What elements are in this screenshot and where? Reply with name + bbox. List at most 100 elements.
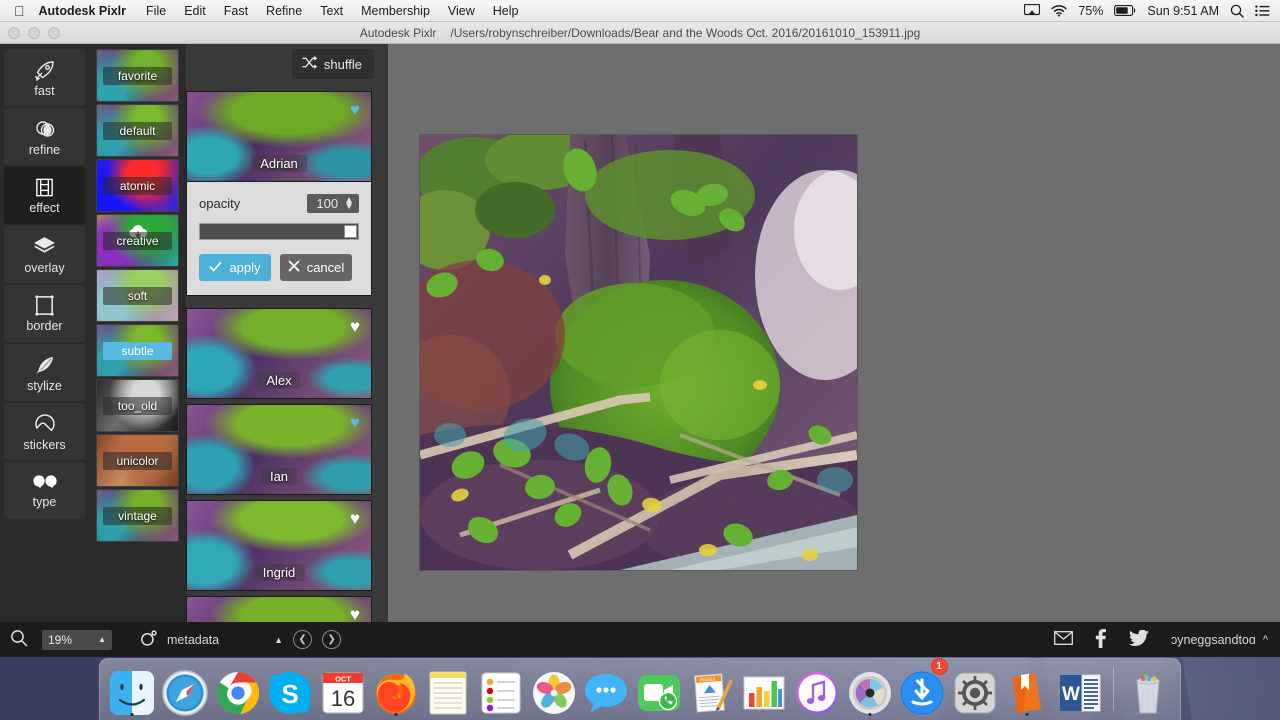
dock-item-firefox[interactable]	[371, 659, 420, 717]
dock-item-word[interactable]: W	[1056, 659, 1105, 717]
apply-button[interactable]: apply	[199, 254, 271, 281]
battery-percent: 75%	[1078, 4, 1103, 18]
apply-label: apply	[229, 260, 260, 275]
tool-overlay[interactable]: overlay	[4, 226, 85, 283]
dock-item-facetime[interactable]	[635, 659, 684, 717]
twitter-icon[interactable]	[1129, 630, 1149, 650]
dock-item-system-preferences[interactable]	[951, 659, 1000, 717]
menu-file[interactable]: File	[137, 4, 175, 18]
dock-item-skype[interactable]: S	[266, 659, 315, 717]
tool-stickers[interactable]: stickers	[4, 403, 85, 460]
apple-logo-icon[interactable]: 	[0, 4, 37, 18]
effect-item-ian[interactable]: ♥ Ian	[186, 404, 372, 495]
window-traffic-lights[interactable]	[8, 27, 60, 39]
facebook-icon[interactable]	[1095, 629, 1107, 651]
app-store-badge: 1	[931, 658, 948, 675]
category-creative[interactable]: creative	[96, 214, 179, 267]
spotlight-search-icon[interactable]	[1230, 4, 1244, 18]
category-unicolor[interactable]: unicolor	[96, 434, 179, 487]
menu-view[interactable]: View	[439, 4, 484, 18]
effect-name: Ingrid	[254, 564, 305, 581]
category-default[interactable]: default	[96, 104, 179, 157]
pages-icon: PAGES	[688, 669, 736, 717]
dock-item-safari[interactable]	[161, 659, 210, 717]
airplay-icon[interactable]	[1024, 4, 1040, 17]
dock-item-pages[interactable]: PAGES	[687, 659, 736, 717]
next-image-button[interactable]: ❯	[322, 630, 341, 649]
stepper-arrows-icon[interactable]: ▲▼	[344, 198, 354, 209]
dock-item-app-store[interactable]: 1	[898, 659, 947, 717]
dock-item-photos[interactable]	[529, 659, 578, 717]
tool-label-overlay: overlay	[24, 262, 64, 275]
dock-item-reminders[interactable]	[477, 659, 526, 717]
effect-name: Ian	[261, 468, 297, 485]
tool-border[interactable]: border	[4, 285, 85, 342]
tool-fast[interactable]: fast	[4, 49, 85, 106]
dock-item-numbers[interactable]	[740, 659, 789, 717]
menu-membership[interactable]: Membership	[352, 4, 439, 18]
magnifier-icon[interactable]	[10, 629, 28, 650]
zoom-value: 19%	[48, 633, 72, 647]
main-photo[interactable]	[420, 135, 857, 570]
dock-item-trash[interactable]	[1123, 659, 1172, 717]
effect-item-alex[interactable]: ♥ Alex	[186, 308, 372, 399]
close-button[interactable]	[8, 27, 20, 39]
opacity-slider[interactable]	[199, 223, 359, 240]
menu-help[interactable]: Help	[484, 4, 528, 18]
metadata-label[interactable]: metadata	[167, 633, 219, 647]
shuffle-button[interactable]: shuffle	[292, 49, 374, 79]
category-atomic[interactable]: atomic	[96, 159, 179, 212]
previous-image-button[interactable]: ❮	[293, 630, 312, 649]
favorite-heart-icon[interactable]: ♥	[350, 318, 360, 335]
editor-body: fast refine	[0, 44, 1280, 622]
cancel-button[interactable]: cancel	[280, 254, 352, 281]
battery-icon[interactable]	[1114, 5, 1136, 16]
firefox-icon	[372, 669, 420, 717]
effect-item-partial[interactable]: ♥	[186, 596, 372, 622]
wifi-icon[interactable]	[1051, 5, 1067, 17]
menu-app-name[interactable]: Autodesk Pixlr	[37, 4, 138, 18]
tool-effect[interactable]: effect	[4, 167, 85, 224]
favorite-heart-icon[interactable]: ♥	[350, 606, 360, 622]
tool-refine[interactable]: refine	[4, 108, 85, 165]
dock-item-pixlr[interactable]	[845, 659, 894, 717]
dock-item-finder[interactable]	[108, 659, 157, 717]
favorite-heart-icon[interactable]: ♥	[350, 510, 360, 527]
notification-center-icon[interactable]	[1255, 5, 1270, 17]
tool-type[interactable]: type	[4, 462, 85, 519]
effect-item-ingrid[interactable]: ♥ Ingrid	[186, 500, 372, 591]
category-subtle[interactable]: subtle	[96, 324, 179, 377]
menu-refine[interactable]: Refine	[257, 4, 311, 18]
favorite-heart-icon[interactable]: ♥	[350, 414, 360, 431]
caret-up-icon[interactable]: ▲	[274, 635, 283, 645]
menu-fast[interactable]: Fast	[215, 4, 257, 18]
opacity-slider-knob[interactable]	[344, 225, 357, 238]
effect-item-adrian[interactable]: ♥ Adrian	[186, 91, 372, 182]
dock-item-itunes[interactable]	[793, 659, 842, 717]
category-favorite[interactable]: favorite	[96, 49, 179, 102]
account-menu[interactable]: ɔyneggsandtoɑ ^	[1171, 633, 1268, 647]
opacity-stepper[interactable]: 100 ▲▼	[307, 194, 359, 213]
dock-item-messages[interactable]	[582, 659, 631, 717]
menubar-clock[interactable]: Sun 9:51 AM	[1147, 4, 1219, 18]
dock-separator	[1113, 667, 1114, 711]
menu-edit[interactable]: Edit	[175, 4, 215, 18]
zoom-level-dropdown[interactable]: 19% ▲	[42, 630, 112, 650]
aperture-icon[interactable]	[140, 630, 157, 650]
dock-item-chrome[interactable]	[213, 659, 262, 717]
dock-item-notes[interactable]	[424, 659, 473, 717]
dock-item-calendar[interactable]: OCT 16	[319, 659, 368, 717]
tool-stylize[interactable]: stylize	[4, 344, 85, 401]
minimize-button[interactable]	[28, 27, 40, 39]
calendar-month: OCT	[335, 674, 351, 683]
zoom-button[interactable]	[48, 27, 60, 39]
menu-text[interactable]: Text	[311, 4, 352, 18]
favorite-heart-icon[interactable]: ♥	[350, 101, 360, 118]
category-vintage[interactable]: vintage	[96, 489, 179, 542]
effect-list[interactable]: ♥ Adrian opacity 100 ▲▼	[186, 91, 388, 622]
category-too-old[interactable]: too_old	[96, 379, 179, 432]
category-soft[interactable]: soft	[96, 269, 179, 322]
dock-item-ibooks[interactable]	[1003, 659, 1052, 717]
svg-text:W: W	[1062, 684, 1080, 705]
envelope-icon[interactable]	[1054, 631, 1073, 648]
